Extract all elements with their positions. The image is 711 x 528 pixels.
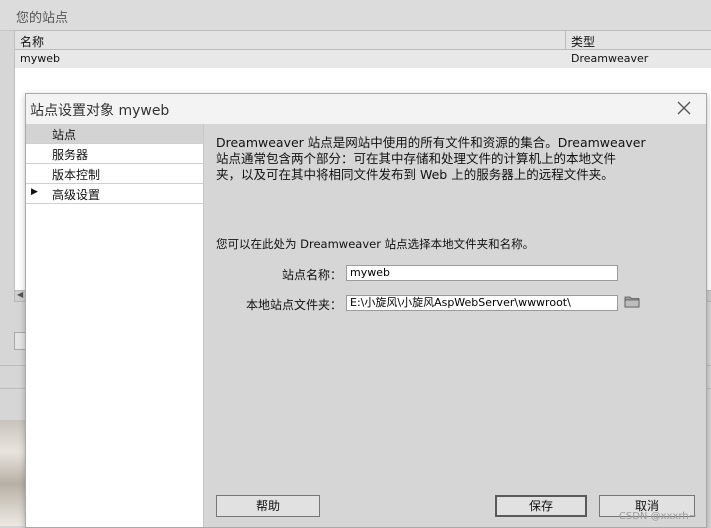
intro-line: 站点通常包含两个部分：可在其中存储和处理文件的计算机上的本地文件 (216, 151, 617, 166)
close-icon[interactable] (674, 98, 694, 118)
site-setup-dialog: 站点设置对象 myweb 站点 服务器 版本控制 ▶ 高级设置 Dreamwea… (25, 93, 707, 528)
scroll-left-icon[interactable]: ◀ (17, 290, 23, 299)
site-list-header: 名称 类型 (15, 31, 711, 50)
site-list-row[interactable]: myweb Dreamweaver (15, 50, 711, 68)
nav-item-label: 版本控制 (52, 168, 101, 182)
manage-sites-title: 您的站点 (16, 11, 69, 26)
nav-item-label: 服务器 (52, 148, 89, 162)
nav-item-servers[interactable]: 服务器 (26, 144, 203, 164)
local-folder-label: 本地站点文件夹： (245, 298, 342, 312)
column-name[interactable]: 名称 (20, 33, 44, 50)
site-row-name: myweb (20, 52, 60, 65)
site-name-label: 站点名称： (281, 268, 342, 282)
intro-line: Dreamweaver 站点是网站中使用的所有文件和资源的集合。Dreamwea… (216, 135, 646, 150)
help-button[interactable]: 帮助 (216, 495, 320, 517)
manage-sites-header: 您的站点 (0, 0, 711, 31)
expand-triangle-icon[interactable]: ▶ (31, 187, 38, 197)
background-image-edge (0, 420, 26, 526)
nav-item-site[interactable]: 站点 (26, 124, 203, 144)
nav-item-version-control[interactable]: 版本控制 (26, 164, 203, 184)
column-type[interactable]: 类型 (571, 33, 595, 50)
site-name-input[interactable] (346, 265, 618, 281)
nav-item-label: 站点 (52, 128, 77, 142)
category-sidebar: 站点 服务器 版本控制 ▶ 高级设置 (26, 124, 204, 527)
intro-line: 夹，以及可在其中将相同文件发布到 Web 上的服务器上的远程文件夹。 (216, 167, 614, 182)
column-divider (565, 31, 566, 49)
dialog-titlebar[interactable]: 站点设置对象 myweb (26, 94, 706, 125)
nav-item-label: 高级设置 (52, 188, 101, 202)
folder-icon[interactable] (624, 294, 640, 308)
site-settings-panel: Dreamweaver 站点是网站中使用的所有文件和资源的集合。Dreamwea… (204, 124, 706, 527)
choose-folder-text: 您可以在此处为 Dreamweaver 站点选择本地文件夹和名称。 (216, 237, 535, 251)
intro-text: Dreamweaver 站点是网站中使用的所有文件和资源的集合。Dreamwea… (216, 135, 686, 183)
local-folder-input[interactable] (346, 295, 618, 311)
nav-item-advanced-settings[interactable]: ▶ 高级设置 (26, 184, 203, 204)
site-row-type: Dreamweaver (571, 52, 649, 65)
watermark: CSDN @xxxrh~ (618, 511, 697, 522)
dialog-title: 站点设置对象 myweb (30, 103, 170, 119)
save-button[interactable]: 保存 (495, 495, 587, 517)
